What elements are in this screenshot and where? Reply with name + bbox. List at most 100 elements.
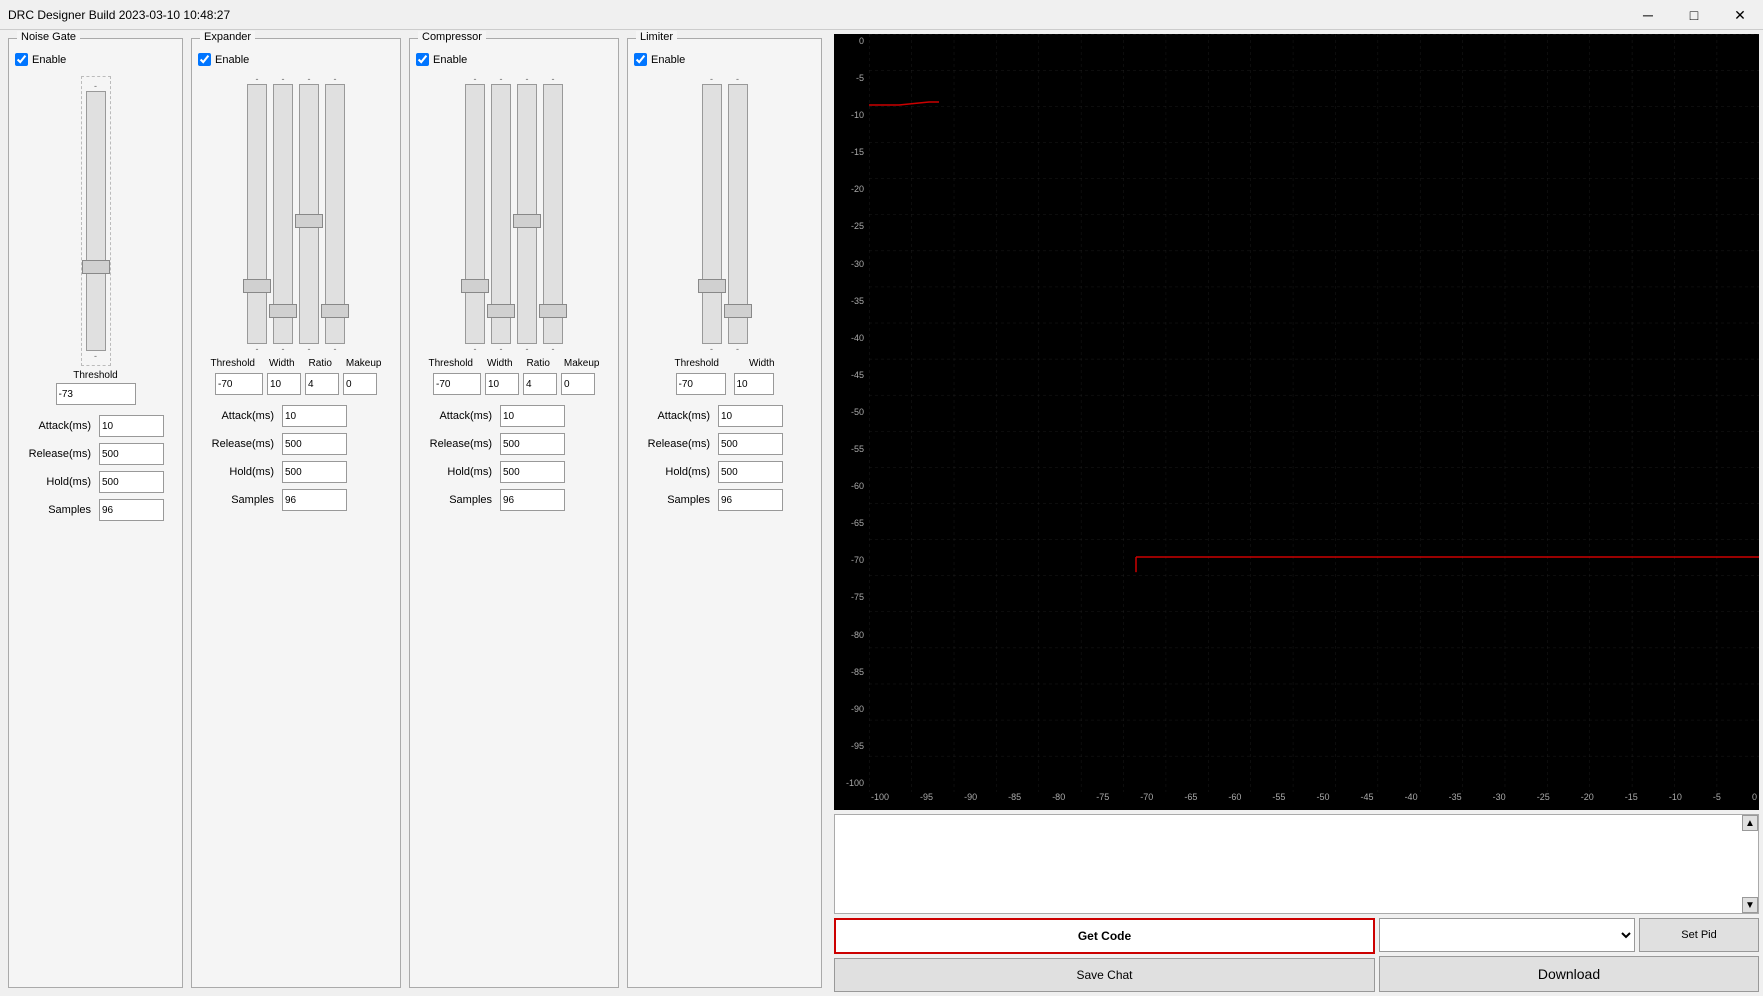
- comp-thumb-2[interactable]: [487, 304, 515, 318]
- comp-samples-input[interactable]: [500, 489, 565, 511]
- lim-samples-row: Samples: [634, 489, 815, 511]
- title-bar-text: DRC Designer Build 2023-03-10 10:48:27: [8, 8, 230, 22]
- exp-attack-label: Attack(ms): [198, 410, 278, 422]
- y-axis: 0 -5 -10 -15 -20 -25 -30 -35 -40 -45 -50…: [834, 34, 869, 790]
- chat-area: ▲ ▼: [834, 814, 1759, 914]
- exp-release-input[interactable]: [282, 433, 347, 455]
- limiter-sliders: - - - -: [634, 74, 815, 354]
- lim-release-label: Release(ms): [634, 438, 714, 450]
- exp-hold-input[interactable]: [282, 461, 347, 483]
- exp-slider-4[interactable]: [325, 84, 345, 344]
- comp-slider-2[interactable]: [491, 84, 511, 344]
- comp-thumb-3[interactable]: [513, 214, 541, 228]
- graph-inner: [869, 34, 1759, 792]
- get-code-button[interactable]: Get Code: [834, 918, 1375, 954]
- lim-attack-input[interactable]: [718, 405, 783, 427]
- expander-enable-row: Enable: [198, 53, 394, 66]
- lim-attack-row: Attack(ms): [634, 405, 815, 427]
- exp-samples-input[interactable]: [282, 489, 347, 511]
- exp-makeup-input[interactable]: [343, 373, 377, 395]
- comp-makeup-input[interactable]: [561, 373, 595, 395]
- download-button[interactable]: Download: [1379, 956, 1759, 992]
- ng-samples-row: Samples: [15, 499, 176, 521]
- exp-thumb-1[interactable]: [243, 279, 271, 293]
- exp-threshold-input[interactable]: [215, 373, 263, 395]
- exp-thumb-4[interactable]: [321, 304, 349, 318]
- lim-threshold-input[interactable]: [676, 373, 726, 395]
- exp-width-input[interactable]: [267, 373, 301, 395]
- minimize-button[interactable]: ─: [1625, 0, 1671, 30]
- lim-width-header: Width: [749, 358, 775, 369]
- comp-slider-4[interactable]: [543, 84, 563, 344]
- comp-release-input[interactable]: [500, 433, 565, 455]
- lim-hold-input[interactable]: [718, 461, 783, 483]
- compressor-col-headers: Threshold Width Ratio Makeup: [416, 358, 612, 369]
- exp-attack-row: Attack(ms): [198, 405, 394, 427]
- maximize-button[interactable]: □: [1671, 0, 1717, 30]
- lim-release-input[interactable]: [718, 433, 783, 455]
- lim-thumb-1[interactable]: [698, 279, 726, 293]
- exp-slider-2[interactable]: [273, 84, 293, 344]
- graph-svg: [869, 34, 1759, 792]
- exp-makeup-header: Makeup: [346, 358, 382, 369]
- lim-width-input[interactable]: [734, 373, 774, 395]
- lim-params: Attack(ms) Release(ms) Hold(ms) Samples: [634, 405, 815, 511]
- comp-hold-input[interactable]: [500, 461, 565, 483]
- ng-threshold-input[interactable]: [56, 383, 136, 405]
- noise-gate-enable-checkbox[interactable]: [15, 53, 28, 66]
- exp-samples-label: Samples: [198, 494, 278, 506]
- exp-slider-4-col: - -: [325, 74, 345, 354]
- exp-slider-3[interactable]: [299, 84, 319, 344]
- lim-samples-input[interactable]: [718, 489, 783, 511]
- exp-ratio-input[interactable]: [305, 373, 339, 395]
- comp-thumb-1[interactable]: [461, 279, 489, 293]
- ng-attack-input[interactable]: [99, 415, 164, 437]
- ng-params: Attack(ms) Release(ms) Hold(ms) Samples: [15, 415, 176, 521]
- lim-slider-2[interactable]: [728, 84, 748, 344]
- exp-thumb-2[interactable]: [269, 304, 297, 318]
- pid-dropdown[interactable]: [1379, 918, 1635, 952]
- comp-attack-input[interactable]: [500, 405, 565, 427]
- exp-release-label: Release(ms): [198, 438, 278, 450]
- comp-threshold-input[interactable]: [433, 373, 481, 395]
- noise-gate-slider-container: - -: [81, 76, 111, 366]
- expander-enable-checkbox[interactable]: [198, 53, 211, 66]
- noise-gate-thumb[interactable]: [82, 260, 110, 274]
- ng-hold-input[interactable]: [99, 471, 164, 493]
- ng-release-row: Release(ms): [15, 443, 176, 465]
- noise-gate-slider[interactable]: [86, 91, 106, 351]
- comp-slider-2-col: - -: [491, 74, 511, 354]
- compressor-enable-checkbox[interactable]: [416, 53, 429, 66]
- expander-panel: Expander Enable - - -: [191, 38, 401, 988]
- save-chat-button[interactable]: Save Chat: [834, 958, 1375, 992]
- comp-slider-3[interactable]: [517, 84, 537, 344]
- exp-attack-input[interactable]: [282, 405, 347, 427]
- limiter-enable-checkbox[interactable]: [634, 53, 647, 66]
- ng-release-input[interactable]: [99, 443, 164, 465]
- exp-thumb-3[interactable]: [295, 214, 323, 228]
- noise-gate-title: Noise Gate: [17, 31, 80, 43]
- comp-slider-1[interactable]: [465, 84, 485, 344]
- set-pid-button[interactable]: Set Pid: [1639, 918, 1759, 952]
- comp-thumb-4[interactable]: [539, 304, 567, 318]
- left-panels: Noise Gate Enable - - Threshold: [0, 30, 830, 996]
- expander-col-headers: Threshold Width Ratio Makeup: [198, 358, 394, 369]
- exp-slider-1[interactable]: [247, 84, 267, 344]
- close-button[interactable]: ✕: [1717, 0, 1763, 30]
- lim-attack-label: Attack(ms): [634, 410, 714, 422]
- lim-slider-1[interactable]: [702, 84, 722, 344]
- exp-slider-3-col: - -: [299, 74, 319, 354]
- scroll-down-button[interactable]: ▼: [1742, 897, 1758, 913]
- exp-release-row: Release(ms): [198, 433, 394, 455]
- comp-width-input[interactable]: [485, 373, 519, 395]
- compressor-enable-row: Enable: [416, 53, 612, 66]
- limiter-col-headers: Threshold Width: [634, 358, 815, 369]
- lim-slider-2-col: - -: [728, 74, 748, 354]
- ng-samples-label: Samples: [15, 504, 95, 516]
- comp-ratio-header: Ratio: [527, 358, 550, 369]
- scroll-up-button[interactable]: ▲: [1742, 815, 1758, 831]
- limiter-inputs: [634, 373, 815, 395]
- lim-thumb-2[interactable]: [724, 304, 752, 318]
- comp-ratio-input[interactable]: [523, 373, 557, 395]
- ng-samples-input[interactable]: [99, 499, 164, 521]
